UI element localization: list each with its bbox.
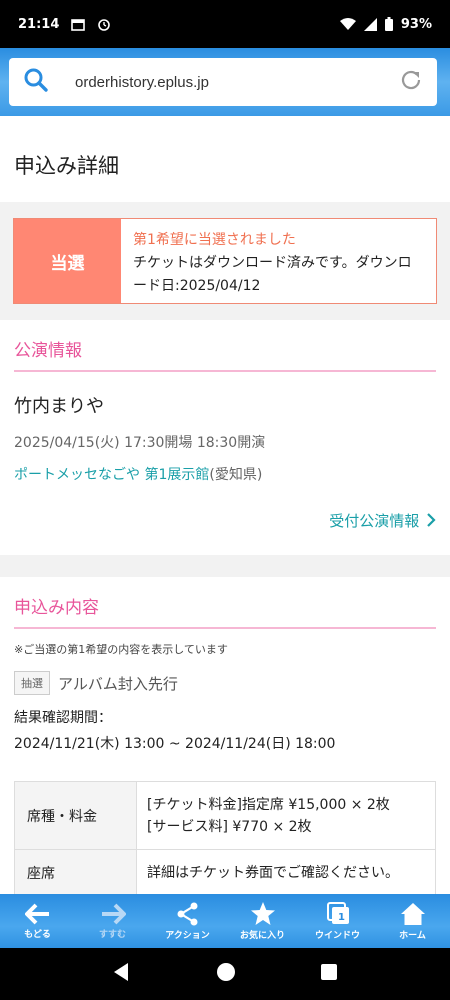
window-count: 1 (338, 911, 345, 923)
star-icon (250, 902, 275, 925)
service-fee-line: [サービス料] ¥770 × 2枚 (147, 818, 312, 835)
result-box: 当選 第1希望に当選されました チケットはダウンロード済みです。ダウンロード日:… (13, 218, 437, 304)
forward-button[interactable]: すすむ (75, 894, 150, 948)
performance-heading: 公演情報 (14, 330, 436, 372)
search-icon (23, 67, 49, 97)
lottery-tag: 抽選 (14, 671, 50, 695)
table-row: 席種・料金 [チケット料金]指定席 ¥15,000 × 2枚 [サービス料] ¥… (14, 781, 436, 850)
home-label: ホーム (399, 930, 426, 941)
period-label: 結果確認期間： (14, 710, 112, 726)
detail-table: 席種・料金 [チケット料金]指定席 ¥15,000 × 2枚 [サービス料] ¥… (14, 781, 436, 894)
status-time: 21:14 (18, 16, 60, 32)
performance-info-link[interactable]: 受付公演情報 (329, 512, 436, 530)
reload-icon[interactable] (399, 68, 423, 96)
page-title-block: 申込み詳細 (0, 116, 450, 202)
table-row: 座席 詳細はチケット券面でご確認ください。 (14, 849, 436, 894)
share-icon (177, 902, 197, 925)
result-block: 当選 第1希望に当選されました チケットはダウンロード済みです。ダウンロード日:… (0, 202, 450, 320)
nav-back-icon[interactable] (112, 962, 132, 986)
home-button[interactable]: ホーム (375, 894, 450, 948)
system-nav-bar (0, 948, 450, 1000)
favorites-label: お気に入り (239, 931, 285, 941)
signal-icon (363, 17, 377, 31)
arrow-left-icon (24, 903, 49, 924)
application-heading: 申込み内容 (14, 587, 436, 629)
result-text: 第1希望に当選されました チケットはダウンロード済みです。ダウンロード日:202… (121, 219, 436, 303)
period-value: 2024/11/21(木) 13:00 ~ 2024/11/24(日) 18:0… (14, 736, 336, 752)
seat-label: 座席 (14, 849, 137, 894)
status-bar: 21:14 93% (0, 0, 450, 48)
venue: ポートメッセなごや 第1展示館(愛知県) (14, 464, 436, 484)
ticket-price-line: [チケット料金]指定席 ¥15,000 × 2枚 (147, 796, 390, 813)
performance-info-label: 受付公演情報 (329, 512, 420, 530)
seat-price-value: [チケット料金]指定席 ¥15,000 × 2枚 [サービス料] ¥770 × … (136, 781, 436, 850)
seat-value: 詳細はチケット券面でご確認ください。 (136, 849, 436, 894)
section-gap (0, 555, 450, 577)
window-button[interactable]: 1 ウインドウ (300, 894, 375, 948)
url-text[interactable]: orderhistory.eplus.jp (75, 74, 209, 91)
performance-section: 公演情報 竹内まりや 2025/04/15(火) 17:30開場 18:30開演… (0, 320, 450, 555)
wifi-icon (339, 17, 356, 31)
back-button[interactable]: もどる (0, 894, 75, 948)
battery-icon (384, 17, 393, 31)
result-heading: 第1希望に当選されました (133, 232, 296, 248)
nav-home-icon[interactable] (216, 962, 236, 986)
bottom-toolbar: もどる すすむ アクション お気に入り 1 ウインドウ ホーム (0, 894, 450, 948)
window-label: ウインドウ (314, 930, 360, 941)
result-message: チケットはダウンロード済みです。ダウンロード日:2025/04/12 (133, 255, 412, 294)
browser-toolbar: orderhistory.eplus.jp (0, 48, 450, 116)
lottery-name: アルバム封入先行 (58, 674, 178, 693)
favorites-button[interactable]: お気に入り (225, 894, 300, 948)
back-label: もどる (24, 929, 51, 940)
calendar-icon (71, 18, 86, 31)
page-content: 申込み詳細 当選 第1希望に当選されました チケットはダウンロード済みです。ダウ… (0, 116, 450, 894)
action-button[interactable]: アクション (150, 894, 225, 948)
page-title: 申込み詳細 (14, 154, 119, 178)
win-badge: 当選 (14, 219, 121, 303)
nav-recents-icon[interactable] (320, 963, 338, 985)
venue-link[interactable]: ポートメッセなごや 第1展示館 (14, 467, 209, 483)
application-section: 申込み内容 ※ご当選の第1希望の内容を表示しています 抽選 アルバム封入先行 結… (0, 577, 450, 894)
action-label: アクション (165, 930, 210, 941)
application-note: ※ご当選の第1希望の内容を表示しています (14, 643, 228, 656)
address-bar[interactable]: orderhistory.eplus.jp (9, 58, 437, 106)
arrow-right-icon (101, 903, 126, 924)
home-icon (400, 902, 425, 925)
alarm-icon (97, 17, 111, 31)
performance-datetime: 2025/04/15(火) 17:30開場 18:30開演 (14, 435, 266, 451)
forward-label: すすむ (98, 929, 126, 940)
performance-name: 竹内まりや (14, 396, 104, 417)
venue-prefecture: (愛知県) (209, 467, 263, 483)
seat-price-label: 席種・料金 (14, 781, 137, 850)
battery-level: 93% (400, 16, 432, 32)
chevron-right-icon (427, 513, 436, 527)
